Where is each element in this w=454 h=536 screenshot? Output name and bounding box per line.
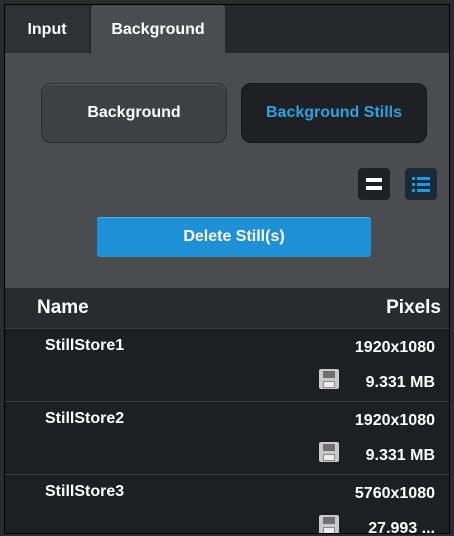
- floppy-disk-icon: [319, 369, 339, 389]
- still-file-size: 9.331 MB: [365, 447, 435, 464]
- floppy-disk-icon: [319, 442, 339, 462]
- tab-input[interactable]: Input: [5, 5, 89, 53]
- list-bar: [366, 178, 382, 182]
- line: [417, 177, 430, 180]
- still-name: StillStore1: [45, 337, 125, 354]
- still-name: StillStore3: [45, 483, 125, 500]
- details-view-icon[interactable]: [405, 168, 437, 200]
- still-resolution: 1920x1080: [354, 339, 435, 356]
- line: [417, 183, 430, 186]
- still-file-size: 27.993 ...: [368, 520, 435, 534]
- table-row[interactable]: StillStore2 1920x1080 9.331 MB: [5, 402, 449, 475]
- still-resolution: 5760x1080: [354, 485, 435, 502]
- tab-bar: Input Background: [5, 5, 449, 53]
- still-name: StillStore2: [45, 410, 125, 427]
- still-resolution: 1920x1080: [354, 412, 435, 429]
- table-row[interactable]: StillStore1 1920x1080 9.331 MB: [5, 329, 449, 402]
- table-row[interactable]: StillStore3 5760x1080 27.993 ...: [5, 475, 449, 534]
- controls-panel: Background Background Stills Delete Stil…: [5, 53, 449, 288]
- bullet: [412, 177, 415, 180]
- name-column-header[interactable]: Name: [37, 297, 89, 319]
- bullet: [412, 189, 415, 192]
- list-header: Name Pixels: [5, 288, 449, 329]
- tab-background[interactable]: Background: [91, 5, 225, 53]
- floppy-disk-icon: [319, 515, 339, 533]
- line: [417, 189, 430, 192]
- background-segment-button[interactable]: Background: [41, 83, 227, 143]
- delete-stills-button[interactable]: Delete Still(s): [97, 217, 371, 257]
- list-bar: [366, 186, 382, 190]
- still-store-panel: Input Background Background Background S…: [4, 4, 450, 534]
- list-view-icon[interactable]: [358, 168, 390, 200]
- stills-list: Name Pixels StillStore1 1920x1080 9.331 …: [5, 288, 449, 533]
- bullet: [412, 183, 415, 186]
- pixels-column-header[interactable]: Pixels: [386, 297, 441, 319]
- background-stills-segment-button[interactable]: Background Stills: [241, 83, 427, 143]
- still-file-size: 9.331 MB: [365, 374, 435, 391]
